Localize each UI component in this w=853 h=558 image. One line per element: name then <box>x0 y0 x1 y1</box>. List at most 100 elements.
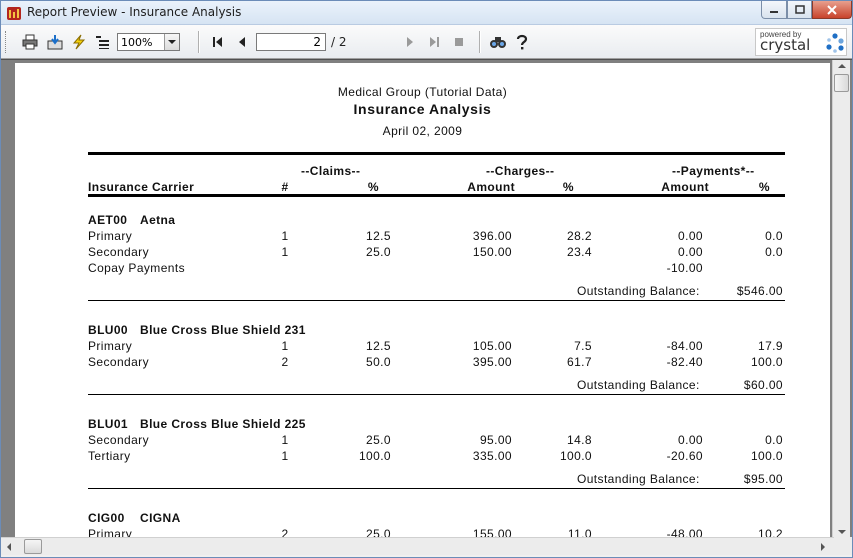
previous-page-button[interactable] <box>232 33 252 51</box>
current-page-value: 2 <box>313 35 321 49</box>
group-tree-icon <box>96 36 109 49</box>
toolbar-separator <box>198 31 199 53</box>
crystal-reports-app-icon <box>7 7 21 20</box>
payments-amount-header: Amount <box>661 180 709 194</box>
scroll-right-arrow-icon[interactable] <box>821 543 825 551</box>
first-page-button[interactable] <box>208 33 228 51</box>
close-icon <box>827 4 837 15</box>
group-separator-rule <box>88 300 785 301</box>
carrier-name: Blue Cross Blue Shield 231 <box>140 323 306 337</box>
claims-percent-cell: 100.0 <box>358 449 391 463</box>
claims-percent-cell: 25.0 <box>366 433 391 447</box>
help-icon <box>516 34 528 50</box>
chevron-down-icon <box>168 40 176 44</box>
zoom-value: 100% <box>121 36 153 49</box>
charges-percent-cell: 14.8 <box>567 433 592 447</box>
charges-percent-cell: 23.4 <box>567 245 592 259</box>
group-separator-rule <box>88 394 785 395</box>
toolbar-grip[interactable] <box>5 31 8 53</box>
group-separator-rule <box>88 488 785 489</box>
claims-count-cell: 1 <box>281 449 289 463</box>
charges-percent-cell: 28.2 <box>567 229 592 243</box>
maximize-icon <box>794 4 805 14</box>
payments-percent-cell: 100.0 <box>750 355 783 369</box>
payments-amount-cell: -84.00 <box>666 339 703 353</box>
payments-percent-header: % <box>758 180 770 194</box>
vertical-scrollbar[interactable] <box>832 60 850 538</box>
minimize-icon <box>770 10 778 13</box>
close-button[interactable] <box>812 1 852 19</box>
outstanding-balance-label: Outstanding Balance: <box>577 472 700 486</box>
export-button[interactable] <box>45 33 65 51</box>
scroll-left-arrow-icon[interactable] <box>7 543 11 551</box>
vertical-scroll-thumb[interactable] <box>834 74 849 92</box>
claims-percent-cell: 12.5 <box>366 229 391 243</box>
stop-button[interactable] <box>449 33 469 51</box>
company-name: Medical Group (Tutorial Data) <box>337 85 508 99</box>
next-page-button[interactable] <box>400 33 420 51</box>
row-label: Tertiary <box>88 449 131 463</box>
toolbar: 100% 2 / 2 powered by crystal <box>1 25 852 59</box>
zoom-select[interactable]: 100% <box>117 33 180 51</box>
outstanding-balance-value: $95.00 <box>743 472 783 486</box>
payments-percent-cell: 0.0 <box>765 245 783 259</box>
charges-amount-cell: 95.00 <box>479 433 512 447</box>
scroll-down-arrow-icon[interactable] <box>838 530 846 534</box>
page-number-input[interactable]: 2 <box>256 33 326 51</box>
scroll-up-arrow-icon[interactable] <box>838 64 846 68</box>
group-tree-button[interactable] <box>93 33 113 51</box>
refresh-icon <box>72 34 86 50</box>
help-button[interactable] <box>512 33 532 51</box>
search-icon <box>490 37 506 48</box>
payments-amount-cell: -82.40 <box>666 355 703 369</box>
payments-percent-cell: 100.0 <box>750 449 783 463</box>
payments-percent-cell: 17.9 <box>758 339 783 353</box>
last-page-button[interactable] <box>424 33 444 51</box>
next-page-icon <box>407 37 413 47</box>
carrier-code: CIG00 <box>88 511 125 525</box>
zoom-dropdown-button[interactable] <box>164 34 179 50</box>
claims-count-cell: 1 <box>281 229 289 243</box>
first-page-icon <box>213 37 222 47</box>
payments-amount-cell: 0.00 <box>678 245 703 259</box>
header-top-rule <box>88 152 785 155</box>
horizontal-scroll-thumb[interactable] <box>24 539 42 554</box>
row-label: Primary <box>88 339 133 353</box>
carrier-name: CIGNA <box>140 511 181 525</box>
carrier-name: Aetna <box>140 213 176 227</box>
claims-percent-cell: 25.0 <box>366 245 391 259</box>
carrier-column-header: Insurance Carrier <box>88 180 195 194</box>
payments-amount-cell: -20.60 <box>666 449 703 463</box>
charges-amount-cell: 396.00 <box>472 229 512 243</box>
claims-count-header: # <box>281 180 289 194</box>
row-label: Secondary <box>88 245 149 259</box>
refresh-button[interactable] <box>69 33 89 51</box>
claims-percent-cell: 12.5 <box>366 339 391 353</box>
horizontal-scrollbar[interactable] <box>1 537 852 555</box>
minimize-button[interactable] <box>761 1 787 19</box>
title-bar[interactable]: Report Preview - Insurance Analysis <box>1 1 852 25</box>
outstanding-balance-value: $546.00 <box>736 284 783 298</box>
search-button[interactable] <box>488 33 508 51</box>
row-label: Primary <box>88 229 133 243</box>
outstanding-balance-label: Outstanding Balance: <box>577 284 700 298</box>
carrier-name: Blue Cross Blue Shield 225 <box>140 417 306 431</box>
crystal-brand-text: crystal <box>760 36 811 54</box>
report-viewer: Medical Group (Tutorial Data) Insurance … <box>1 59 852 541</box>
payments-percent-cell: 0.0 <box>765 433 783 447</box>
payments-amount-cell: -10.00 <box>666 261 703 275</box>
claims-percent-header: % <box>367 180 379 194</box>
payments-percent-cell: 0.0 <box>765 229 783 243</box>
crystal-logo-icon <box>826 33 844 53</box>
last-page-icon <box>430 37 439 47</box>
claims-count-cell: 1 <box>281 433 289 447</box>
print-button[interactable] <box>20 33 40 51</box>
previous-page-icon <box>239 37 245 47</box>
row-label: Copay Payments <box>88 261 185 275</box>
charges-amount-cell: 335.00 <box>472 449 512 463</box>
row-label: Secondary <box>88 433 149 447</box>
maximize-button[interactable] <box>787 1 812 19</box>
outstanding-balance-label: Outstanding Balance: <box>577 378 700 392</box>
payments-amount-cell: 0.00 <box>678 433 703 447</box>
export-icon <box>47 35 63 50</box>
